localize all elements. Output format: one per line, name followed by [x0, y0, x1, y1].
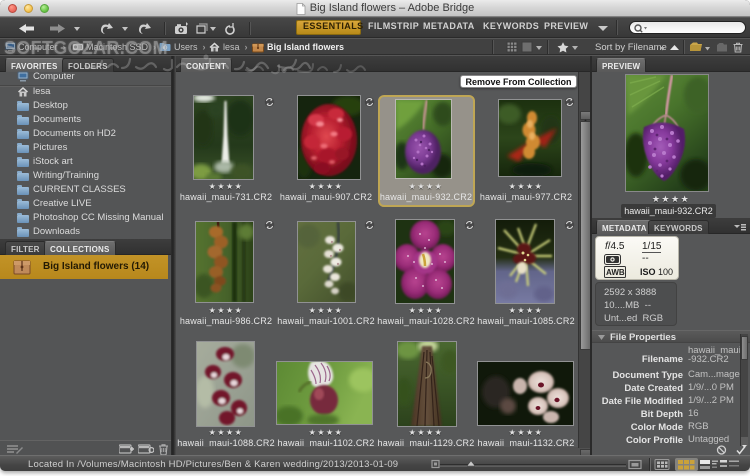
svg-text:AWB: AWB — [606, 268, 625, 277]
svg-text:Sort by Filename: Sort by Filename — [595, 42, 667, 53]
